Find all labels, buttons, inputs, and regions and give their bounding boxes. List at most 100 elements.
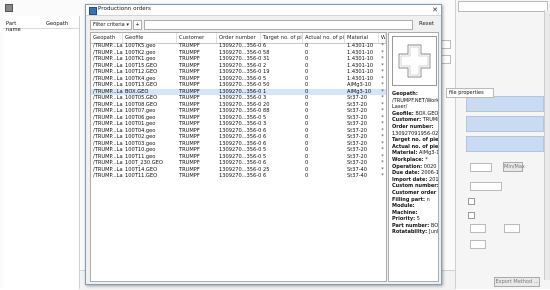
detail-label: Custom number: [392,183,439,190]
detail-line: Part number: BOX [392,223,438,230]
parts-header-geopath[interactable]: Geopath [43,20,79,28]
nav-button-1[interactable] [441,40,451,49]
cell-geopath: /TRUMP...Laser/ [93,173,123,179]
detail-label: Due date: [392,170,420,177]
detail-line: Import date: 2013-09-27 [392,177,438,184]
detail-value: BOX.GEO [415,110,439,117]
file-properties-tab[interactable]: file properties [446,88,494,98]
properties-field-2[interactable] [470,182,502,191]
app-icon [5,4,13,12]
detail-label: Part number: [392,222,430,229]
detail-label: Target no. of pieces: [392,137,439,144]
detail-line: /TRUMPF.NET/Workflies/Samples_ [392,98,438,105]
detail-value: TRUMPF [422,117,438,124]
detail-value: [unknown] [428,229,439,236]
detail-label: Machine: [392,209,418,216]
detail-label: Module: [392,203,415,210]
filter-input[interactable] [144,20,413,30]
col-header-geofile[interactable]: Geofile [123,33,177,43]
detail-line: Module: [392,203,438,210]
cell-customer: TRUMPF [179,173,200,179]
detail-value: 2013-09-27 [429,176,439,183]
detail-line: Operation: 0020 [392,164,438,171]
col-header-material[interactable]: Material [345,33,379,43]
detail-value: n [426,196,430,203]
properties-checkbox-2[interactable] [468,212,475,219]
filter-add-button[interactable]: + [133,20,142,30]
parts-header: Part name Geopath [3,20,79,33]
col-header-customer[interactable]: Customer [177,33,217,43]
detail-line: Due date: 2006-10-03 [392,170,438,177]
detail-label: Workplace: [392,156,424,163]
detail-label: Geopath: [392,91,418,97]
detail-line: Customer: TRUMPF [392,117,438,124]
filter-criteria-dropdown[interactable]: Filter criteria ▾ [90,20,132,30]
properties-checkbox-1[interactable] [468,198,475,205]
order-detail-panel: Geopath: /TRUMPF.NET/Workflies/Samples_ … [388,32,439,282]
detail-line: Filling part: n [392,197,438,204]
production-orders-dialog: Productionn orders ✕ Filter criteria ▾ +… [85,4,442,285]
detail-value: 130927091956-022 [392,130,439,137]
detail-value: BOX [430,222,438,229]
col-header-geopath[interactable]: Geopath [91,33,123,43]
close-icon[interactable]: ✕ [432,6,438,14]
detail-line: Order number: [392,124,438,131]
properties-field-5[interactable] [470,240,486,249]
detail-label: Geofile: [392,110,414,117]
cell-geofile: 100T11.GEO [125,173,158,179]
detail-line: Rotatability: [unknown] [392,229,438,236]
detail-line: Workplace: * [392,157,438,164]
detail-line: Material: AlMg3-15 [392,150,438,157]
detail-value: 2006-10-03 [421,170,439,177]
part-shape-icon [398,44,431,78]
detail-line: Geofile: BOX.GEO [392,111,438,118]
table-row[interactable]: /TRUMP...Laser/100T11.GEO TRUMPF 1309270..… [91,173,386,180]
detail-line: 130927091956-022 [392,131,438,138]
detail-line: Custom number: 1001 [392,183,438,190]
detail-value: * [425,156,428,163]
detail-label: Customer order number: [392,189,438,196]
properties-scrollbar[interactable] [544,10,550,280]
detail-label: Import date: [392,176,428,183]
filter-criteria-label: Filter criteria [93,22,125,28]
detail-value: 0020 [423,163,437,170]
detail-label: Actual no. of pieces: [392,143,439,150]
orders-table: Geopath Geofile Customer Order number Ta… [90,32,387,282]
properties-field-4[interactable] [504,224,520,233]
reset-button[interactable]: Reset [419,21,434,27]
col-header-workplace[interactable]: W [379,33,386,43]
cell-order-number: 1309270...356-020 [219,173,261,179]
properties-field-3[interactable] [470,224,486,233]
detail-properties: Geopath: /TRUMPF.NET/Workflies/Samples_ … [392,91,438,236]
properties-block-3 [466,136,544,152]
detail-line: Geopath: [392,91,438,98]
export-method-button[interactable]: Export Method ... [494,277,540,287]
detail-label: Operation: [392,163,423,170]
col-header-order-number[interactable]: Order number [217,33,261,43]
detail-value: Laser/ [392,104,408,111]
detail-label: Priority: [392,216,416,223]
min-max-button[interactable]: Min/Max [503,162,525,172]
col-header-target-pieces[interactable]: Target no. of piec [261,33,303,43]
properties-titlebar [458,1,548,12]
detail-line: Actual no. of pieces: 0 [392,144,438,151]
cell-material: St37-40 [347,173,368,179]
filter-bar: Filter criteria ▾ + Reset [90,20,436,30]
cell-target-pieces: 6 [263,173,267,179]
detail-line: Priority: 5 [392,216,438,223]
detail-value: /TRUMPF.NET/Workflies/Samples_ [392,97,439,104]
col-header-actual-pieces[interactable]: Actual no. of piec [303,33,345,43]
detail-line: Target no. of pieces: 1 [392,137,438,144]
detail-label: Order number: [392,123,434,130]
properties-panel: Min/Max Export Method ... [455,0,550,289]
properties-block-1 [466,96,544,112]
dialog-app-icon [89,7,97,15]
part-preview [392,36,437,86]
parts-header-part-name[interactable]: Part name [3,20,29,33]
detail-label: Rotatability: [392,229,428,236]
detail-value: AlMg3-15 [419,150,438,157]
properties-field-1[interactable] [470,163,492,172]
detail-label: Customer: [392,117,422,124]
cell-workplace: * [381,173,384,179]
nav-button-2[interactable] [441,55,451,64]
